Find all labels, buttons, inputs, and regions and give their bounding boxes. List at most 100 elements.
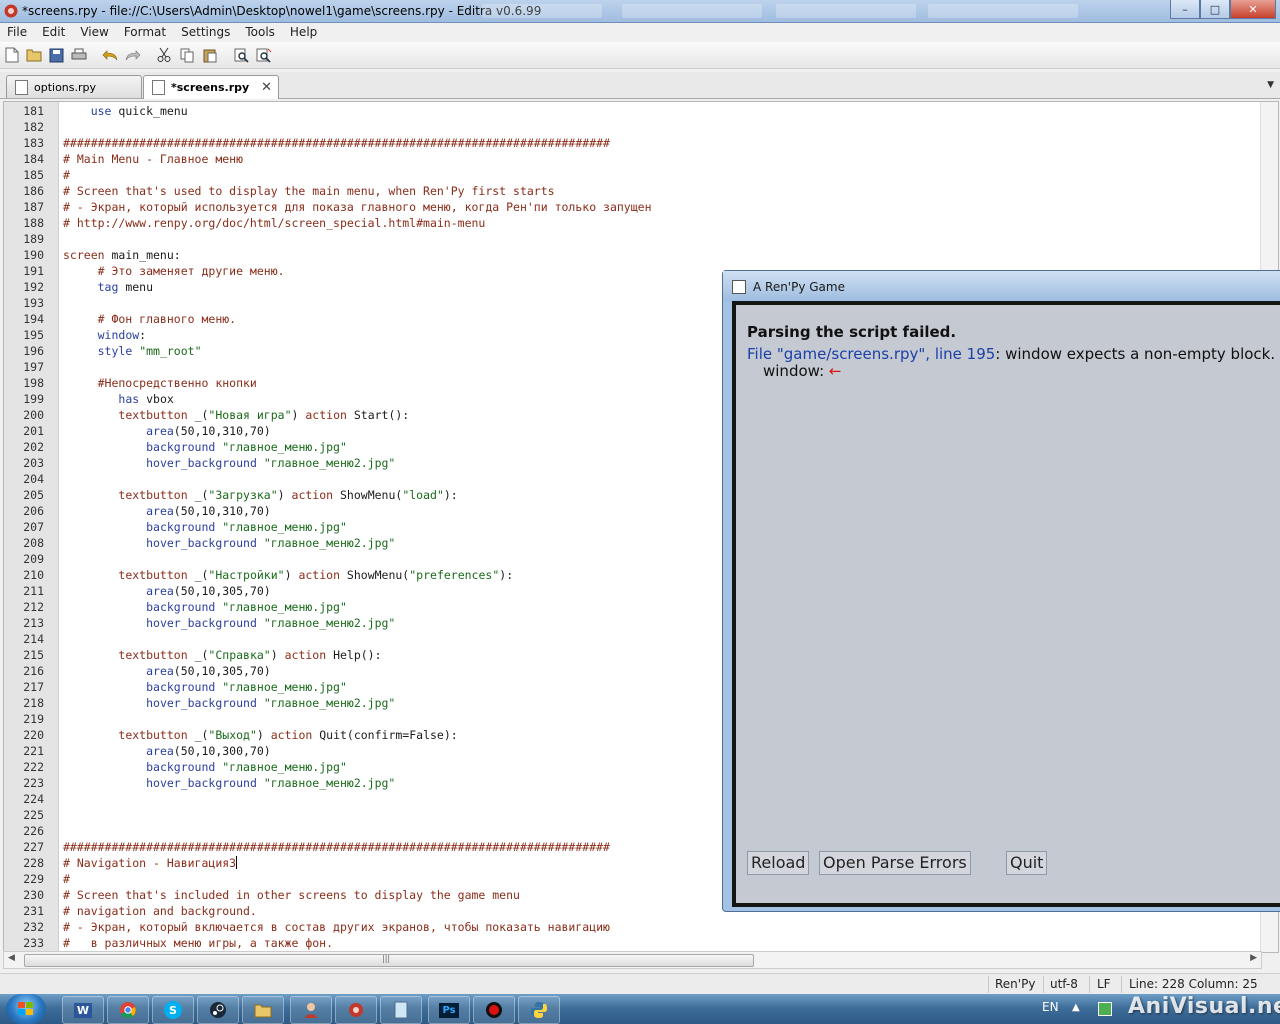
- code-line[interactable]: [63, 359, 652, 375]
- code-line[interactable]: [63, 295, 652, 311]
- tray-language[interactable]: EN: [1042, 1000, 1059, 1014]
- redo-icon[interactable]: [124, 46, 142, 64]
- code-line[interactable]: tag menu: [63, 279, 652, 295]
- code-line[interactable]: # Это заменяет другие меню.: [63, 263, 652, 279]
- code-line[interactable]: [63, 823, 652, 839]
- quit-button[interactable]: Quit: [1006, 851, 1048, 875]
- menu-file[interactable]: File: [0, 23, 35, 41]
- code-line[interactable]: background "главное_меню.jpg": [63, 759, 652, 775]
- code-line[interactable]: background "главное_меню.jpg": [63, 519, 652, 535]
- tab-options-rpy[interactable]: options.rpy: [6, 75, 142, 98]
- new-file-icon[interactable]: [3, 46, 21, 64]
- status-lexer[interactable]: Ren'Py: [995, 977, 1035, 991]
- code-line[interactable]: style "mm_root": [63, 343, 652, 359]
- status-encoding[interactable]: utf-8: [1050, 977, 1078, 991]
- find-replace-icon[interactable]: [255, 46, 273, 64]
- code-line[interactable]: [63, 119, 652, 135]
- menu-format[interactable]: Format: [117, 23, 174, 41]
- code-line[interactable]: [63, 631, 652, 647]
- code-line[interactable]: textbutton _("Настройки") action ShowMen…: [63, 567, 652, 583]
- code-line[interactable]: [63, 471, 652, 487]
- taskbar-photoshop-icon[interactable]: Ps: [428, 996, 470, 1024]
- code-line[interactable]: hover_background "главное_меню2.jpg": [63, 615, 652, 631]
- code-line[interactable]: [63, 551, 652, 567]
- paste-icon[interactable]: [201, 46, 219, 64]
- taskbar-skype-icon[interactable]: S: [152, 996, 194, 1024]
- code-line[interactable]: textbutton _("Справка") action Help():: [63, 647, 652, 663]
- code-line[interactable]: hover_background "главное_меню2.jpg": [63, 695, 652, 711]
- code-line[interactable]: [63, 807, 652, 823]
- tab-close-icon[interactable]: ✕: [261, 80, 272, 95]
- code-line[interactable]: ########################################…: [63, 135, 652, 151]
- code-line[interactable]: area(50,10,300,70): [63, 743, 652, 759]
- code-line[interactable]: [63, 711, 652, 727]
- minimize-button[interactable]: –: [1170, 0, 1200, 19]
- taskbar-record-icon[interactable]: [473, 996, 515, 1024]
- scroll-right-icon[interactable]: ▶: [1250, 953, 1257, 963]
- code-line[interactable]: # Фон главного меню.: [63, 311, 652, 327]
- code-line[interactable]: # http://www.renpy.org/doc/html/screen_s…: [63, 215, 652, 231]
- code-line[interactable]: # в различных меню игры, а также фон.: [63, 935, 652, 951]
- code-line[interactable]: #Непосредственно кнопки: [63, 375, 652, 391]
- horizontal-scrollbar[interactable]: ◀ ||| ▶: [3, 951, 1262, 969]
- start-button[interactable]: [6, 994, 46, 1024]
- code-line[interactable]: window:: [63, 327, 652, 343]
- code-text[interactable]: use quick_menu ##########################…: [63, 103, 652, 951]
- reload-button[interactable]: Reload: [747, 851, 810, 875]
- find-icon[interactable]: [232, 46, 250, 64]
- menu-view[interactable]: View: [73, 23, 116, 41]
- tab-screens-rpy[interactable]: *screens.rpy ✕: [143, 75, 279, 99]
- code-line[interactable]: screen main_menu:: [63, 247, 652, 263]
- code-line[interactable]: area(50,10,305,70): [63, 583, 652, 599]
- undo-icon[interactable]: [101, 46, 119, 64]
- code-line[interactable]: #: [63, 167, 652, 183]
- taskbar-word-icon[interactable]: W: [62, 996, 104, 1024]
- cut-icon[interactable]: [155, 46, 173, 64]
- code-line[interactable]: # Screen that's included in other screen…: [63, 887, 652, 903]
- taskbar-chrome-icon[interactable]: [107, 996, 149, 1024]
- code-line[interactable]: background "главное_меню.jpg": [63, 439, 652, 455]
- code-line[interactable]: textbutton _("Загрузка") action ShowMenu…: [63, 487, 652, 503]
- code-line[interactable]: # Navigation - Навигация3: [63, 855, 652, 871]
- save-icon[interactable]: [47, 46, 65, 64]
- code-line[interactable]: ########################################…: [63, 839, 652, 855]
- code-line[interactable]: [63, 231, 652, 247]
- code-line[interactable]: # navigation and background.: [63, 903, 652, 919]
- tab-list-dropdown-icon[interactable]: ▼: [1267, 80, 1274, 90]
- close-button[interactable]: ✕: [1230, 0, 1276, 19]
- menu-tools[interactable]: Tools: [238, 23, 283, 41]
- menu-help[interactable]: Help: [283, 23, 325, 41]
- code-line[interactable]: [63, 791, 652, 807]
- tray-expand-icon[interactable]: ▲: [1072, 1002, 1080, 1013]
- code-line[interactable]: # - Экран, который используется для пока…: [63, 199, 652, 215]
- code-line[interactable]: hover_background "главное_меню2.jpg": [63, 775, 652, 791]
- code-line[interactable]: #: [63, 871, 652, 887]
- code-line[interactable]: # Screen that's used to display the main…: [63, 183, 652, 199]
- code-line[interactable]: # - Экран, который включается в состав д…: [63, 919, 652, 935]
- code-line[interactable]: has vbox: [63, 391, 652, 407]
- code-line[interactable]: # Main Menu - Главное меню: [63, 151, 652, 167]
- taskbar-renpy-launcher-icon[interactable]: [290, 996, 332, 1024]
- code-line[interactable]: background "главное_меню.jpg": [63, 599, 652, 615]
- code-line[interactable]: use quick_menu: [63, 103, 652, 119]
- code-line[interactable]: background "главное_меню.jpg": [63, 679, 652, 695]
- code-line[interactable]: textbutton _("Выход") action Quit(confir…: [63, 727, 652, 743]
- code-line[interactable]: textbutton _("Новая игра") action Start(…: [63, 407, 652, 423]
- taskbar-notepad-icon[interactable]: [380, 996, 422, 1024]
- code-line[interactable]: hover_background "главное_меню2.jpg": [63, 535, 652, 551]
- code-line[interactable]: area(50,10,310,70): [63, 423, 652, 439]
- tray-network-icon[interactable]: [1098, 1002, 1112, 1016]
- taskbar-editra-icon[interactable]: [335, 996, 377, 1024]
- menu-edit[interactable]: Edit: [35, 23, 73, 41]
- code-line[interactable]: area(50,10,305,70): [63, 663, 652, 679]
- maximize-button[interactable]: □: [1200, 0, 1230, 19]
- taskbar-explorer-icon[interactable]: [242, 996, 284, 1024]
- renpy-dialog-titlebar[interactable]: A Ren'Py Game: [723, 271, 1280, 301]
- taskbar-steam-icon[interactable]: [197, 996, 239, 1024]
- code-line[interactable]: area(50,10,310,70): [63, 503, 652, 519]
- error-file-link[interactable]: File "game/screens.rpy", line 195: [747, 345, 995, 363]
- taskbar-python-icon[interactable]: [518, 996, 560, 1024]
- copy-icon[interactable]: [178, 46, 196, 64]
- open-folder-icon[interactable]: [25, 46, 43, 64]
- open-parse-errors-button[interactable]: Open Parse Errors: [819, 851, 971, 875]
